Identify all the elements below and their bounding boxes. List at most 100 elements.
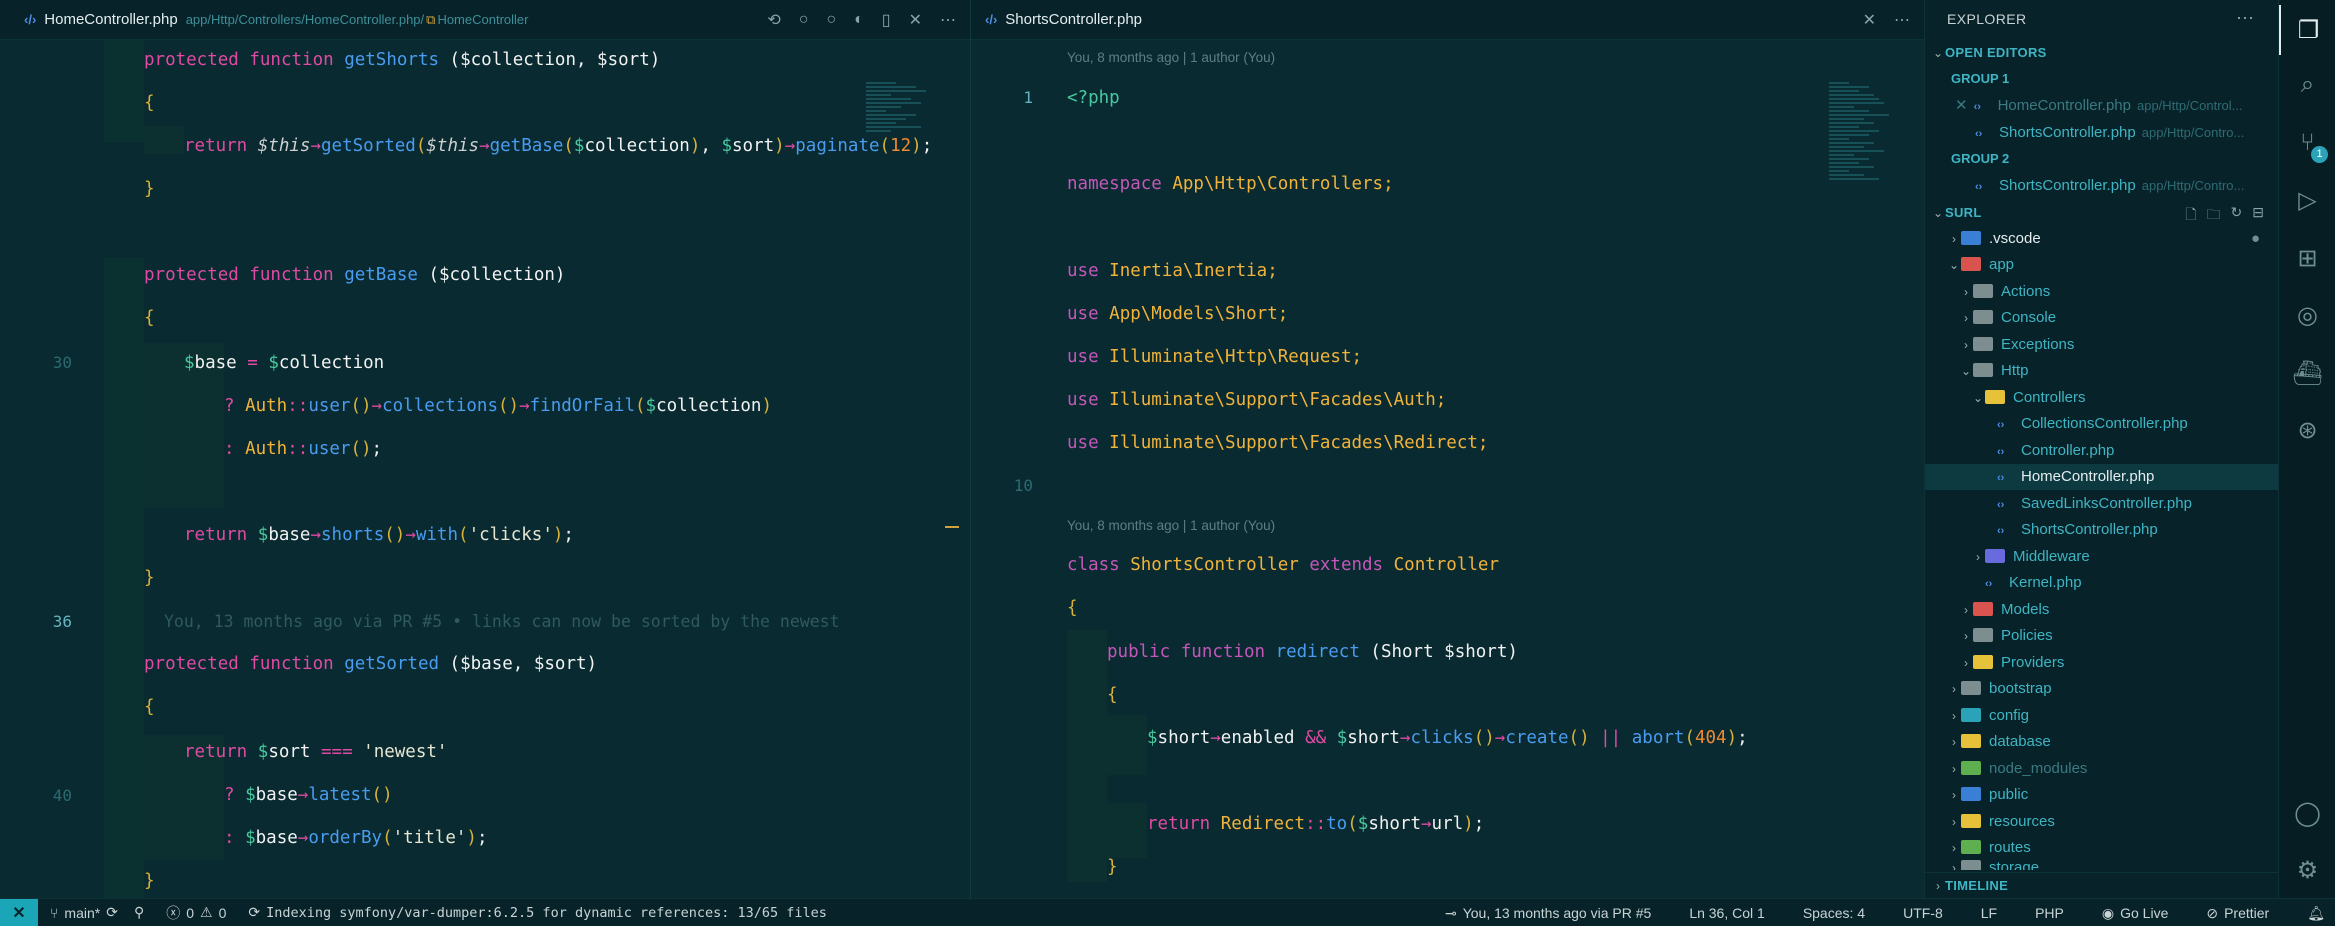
tree-file[interactable]: ‹› Kernel.php	[1925, 570, 2278, 596]
tree-folder[interactable]: › node_modules	[1925, 756, 2278, 782]
language-mode[interactable]: PHP	[2035, 905, 2064, 921]
refresh-icon[interactable]: ↻	[2231, 204, 2243, 228]
explorer-icon[interactable]: ❐	[2279, 5, 2335, 55]
run-debug-icon[interactable]: ▷	[2279, 175, 2335, 225]
settings-gear-icon[interactable]: ⚙	[2279, 845, 2335, 895]
next-change-icon[interactable]: ○	[826, 11, 836, 29]
tree-folder[interactable]: › Console	[1925, 305, 2278, 331]
code-editor-right[interactable]: You, 8 months ago | 1 author (You) 1 <?p…	[971, 40, 1924, 898]
tree-folder[interactable]: › .vscode ●	[1925, 226, 2278, 252]
tree-folder[interactable]: › Exceptions	[1925, 332, 2278, 358]
docker-icon[interactable]: ⛴	[2279, 348, 2335, 398]
tree-folder[interactable]: ⌄ Controllers	[1925, 385, 2278, 411]
code-line: use Inertia\Inertia;	[1067, 261, 1278, 281]
git-blame-icon[interactable]: ◐	[854, 11, 864, 29]
notifications-icon[interactable]: 🔔︎	[2307, 905, 2325, 922]
indentation[interactable]: Spaces: 4	[1803, 905, 1865, 921]
tree-folder[interactable]: ⌄ Http	[1925, 358, 2278, 384]
minimap-left[interactable]	[866, 82, 936, 282]
tree-folder[interactable]: › Policies	[1925, 623, 2278, 649]
code-line: ? Auth::user()→collections()→findOrFail(…	[224, 396, 772, 416]
line-number: 40	[52, 786, 72, 805]
code-editor-left[interactable]: 30 36 40 protected function getShorts ($…	[0, 40, 970, 898]
sync-icon[interactable]: ⟳	[106, 904, 118, 921]
php-file-icon: ‹›	[1975, 181, 1983, 193]
tree-folder[interactable]: ⌄ app	[1925, 252, 2278, 278]
git-blame-status[interactable]: ⊸ You, 13 months ago via PR #5	[1445, 905, 1651, 922]
open-editor-item[interactable]: ‹› ShortsController.php app/Http/Contro...	[1925, 120, 2278, 146]
activity-bar: ❐ ⌕ ⑂ 1 ▷ ⊞ ◎ ⛴ ⊛ ◯ ⚙	[2278, 0, 2335, 898]
php-file-icon: ‹/›	[24, 12, 37, 27]
indexing-status[interactable]: ⟳ Indexing symfony/var-dumper:6.2.5 for d…	[248, 904, 827, 921]
extensions-icon[interactable]: ⊞	[2279, 233, 2335, 283]
encoding[interactable]: UTF-8	[1903, 905, 1943, 921]
php-file-icon: ‹›	[1985, 578, 1993, 590]
tree-file-selected[interactable]: ‹› HomeController.php	[1925, 464, 2278, 490]
new-folder-icon[interactable]: 🗀	[2207, 204, 2221, 228]
end-of-line[interactable]: LF	[1981, 905, 1997, 921]
tab-home-controller[interactable]: HomeController.php	[44, 11, 177, 28]
remote-indicator-icon[interactable]: ✕	[0, 898, 38, 926]
close-icon[interactable]: ✕	[1863, 10, 1876, 30]
tree-folder[interactable]: › Providers	[1925, 650, 2278, 676]
more-actions-icon[interactable]: ⋯	[940, 10, 956, 30]
group-2-header[interactable]: GROUP 2	[1925, 146, 2278, 172]
git-graph-status-icon[interactable]: ⚲	[134, 904, 144, 921]
tree-folder[interactable]: › public	[1925, 782, 2278, 808]
open-editor-item[interactable]: ✕ ‹› HomeController.php app/Http/Control...	[1925, 93, 2278, 119]
timeline-section[interactable]: › TIMELINE	[1925, 872, 2278, 898]
prettier[interactable]: ⊘ Prettier	[2206, 905, 2269, 922]
open-editors-section[interactable]: ⌄ OPEN EDITORS	[1925, 40, 2278, 66]
tree-folder[interactable]: › Middleware	[1925, 544, 2278, 570]
new-file-icon[interactable]: 🗋	[2185, 204, 2196, 228]
cursor-position[interactable]: Ln 36, Col 1	[1689, 905, 1765, 921]
tree-folder[interactable]: › Models	[1925, 597, 2278, 623]
collapse-all-icon[interactable]: ⊟	[2252, 204, 2264, 228]
git-blame-header[interactable]: You, 8 months ago | 1 author (You)	[1067, 512, 1275, 540]
tree-file[interactable]: ‹› Controller.php	[1925, 438, 2278, 464]
code-line: use Illuminate\Support\Facades\Redirect;	[1067, 433, 1489, 453]
editor-group-right: ‹/› ShortsController.php ✕ ⋯ You, 8 mont…	[970, 0, 1924, 898]
folder-icon	[1973, 655, 1993, 670]
breadcrumb-symbol[interactable]: HomeController	[437, 12, 528, 27]
git-graph-icon[interactable]: ⊛	[2279, 405, 2335, 455]
group-1-header[interactable]: GROUP 1	[1925, 66, 2278, 92]
account-icon[interactable]: ◯	[2279, 788, 2335, 838]
go-live[interactable]: ◉ Go Live	[2102, 905, 2168, 922]
tree-file[interactable]: ‹› SavedLinksController.php	[1925, 491, 2278, 517]
more-actions-icon[interactable]: ⋯	[2236, 8, 2254, 29]
class-symbol-icon: ⧉	[426, 11, 436, 27]
code-line: use Illuminate\Support\Facades\Auth;	[1067, 390, 1447, 410]
tab-bar-right: ‹/› ShortsController.php ✕ ⋯	[971, 0, 1924, 40]
code-line: {	[144, 697, 155, 717]
tab-shorts-controller[interactable]: ShortsController.php	[1005, 11, 1142, 28]
open-editor-item[interactable]: ‹› ShortsController.php app/Http/Contro...	[1925, 173, 2278, 199]
problems-indicator[interactable]: ⓧ 0 ⚠ 0	[166, 903, 226, 923]
prev-change-icon[interactable]: ○	[799, 11, 809, 29]
search-icon[interactable]: ⌕	[2279, 60, 2335, 110]
minimap-right[interactable]	[1829, 82, 1899, 282]
source-control-icon[interactable]: ⑂ 1	[2279, 118, 2335, 168]
explorer-title: EXPLORER	[1947, 11, 2027, 27]
split-editor-icon[interactable]: ▯	[882, 10, 891, 30]
code-line: class ShortsController extends Controlle…	[1067, 555, 1499, 575]
folder-icon	[1973, 337, 1993, 352]
remote-explorer-icon[interactable]: ◎	[2279, 290, 2335, 340]
more-actions-icon[interactable]: ⋯	[1894, 10, 1910, 30]
tree-file[interactable]: ‹› ShortsController.php	[1925, 517, 2278, 543]
tree-folder[interactable]: › config	[1925, 703, 2278, 729]
breadcrumb-path[interactable]: app/Http/Controllers/HomeController.php/	[186, 12, 424, 27]
tree-folder[interactable]: › Actions	[1925, 279, 2278, 305]
git-blame-header[interactable]: You, 8 months ago | 1 author (You)	[1067, 44, 1275, 72]
git-branch-icon: ⑂	[50, 904, 59, 921]
branch-indicator[interactable]: ⑂ main* ⟳	[50, 904, 118, 921]
tree-file[interactable]: ‹› CollectionsController.php	[1925, 411, 2278, 437]
close-icon[interactable]: ✕	[909, 10, 922, 30]
close-icon[interactable]: ✕	[1955, 97, 1968, 114]
code-line: use App\Models\Short;	[1067, 304, 1289, 324]
tree-folder[interactable]: › bootstrap	[1925, 676, 2278, 702]
tree-folder[interactable]: › storage	[1925, 858, 2278, 870]
open-changes-icon[interactable]: ⟲	[767, 10, 780, 30]
tree-folder[interactable]: › resources	[1925, 809, 2278, 835]
tree-folder[interactable]: › database	[1925, 729, 2278, 755]
